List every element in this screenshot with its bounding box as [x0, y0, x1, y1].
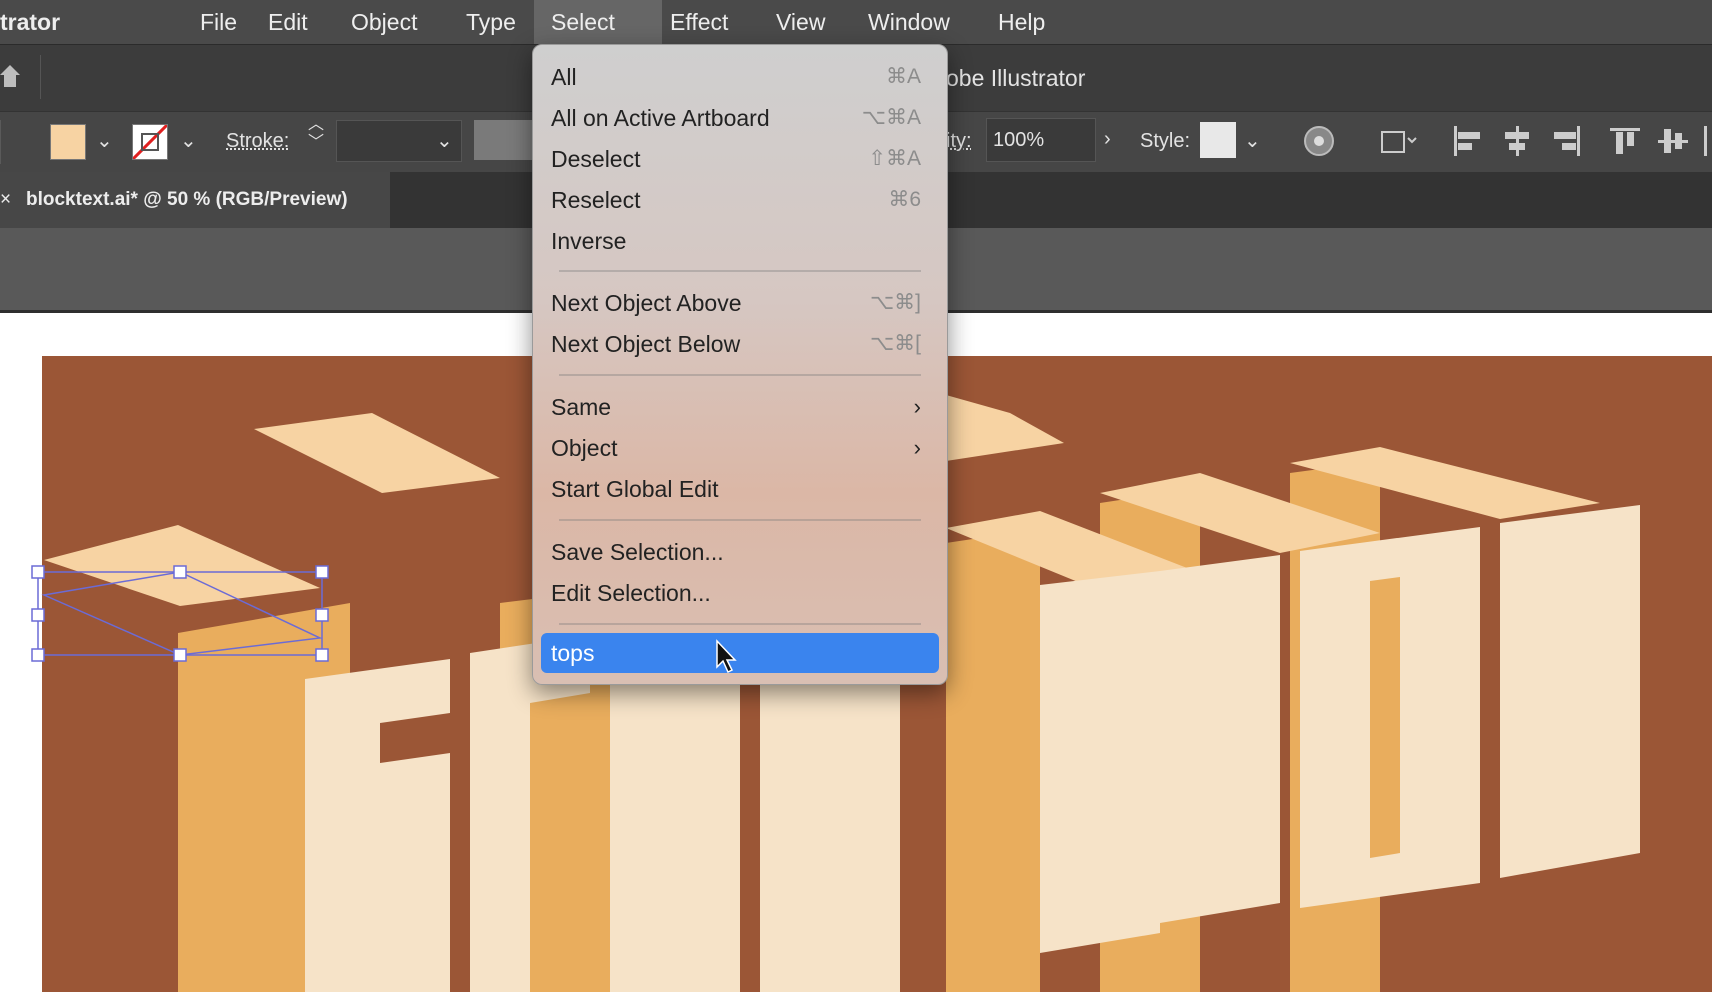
- letter-I: [1160, 555, 1280, 923]
- menu-item-all-on-active-artboard[interactable]: All on Active Artboard ⌥⌘A: [541, 98, 939, 138]
- chevron-right-icon[interactable]: ›: [1104, 128, 1111, 151]
- menu-item-reselect[interactable]: Reselect ⌘6: [541, 180, 939, 220]
- menu-item-inverse[interactable]: Inverse: [541, 221, 939, 261]
- stroke-swatch[interactable]: [132, 124, 168, 160]
- opacity-label[interactable]: ity:: [946, 130, 972, 153]
- app-menu[interactable]: trator: [0, 0, 74, 44]
- menu-item-all[interactable]: All ⌘A: [541, 57, 939, 97]
- recolor-artwork-icon[interactable]: [1302, 124, 1336, 158]
- menu-edit[interactable]: Edit: [254, 0, 322, 44]
- chevron-down-icon[interactable]: ⌄: [180, 128, 197, 153]
- menu-view[interactable]: View: [762, 0, 839, 44]
- letter-side: [946, 529, 1040, 992]
- variable-width-profile[interactable]: [474, 120, 534, 160]
- menu-item-next-object-below[interactable]: Next Object Below ⌥⌘[: [541, 324, 939, 364]
- align-top-icon[interactable]: [1608, 124, 1642, 158]
- chevron-right-icon: ›: [913, 435, 921, 460]
- menu-object[interactable]: Object: [337, 0, 431, 44]
- menu-item-save-selection[interactable]: Save Selection...: [541, 532, 939, 572]
- letter-N: [1500, 505, 1640, 878]
- chevron-down-icon[interactable]: ⌄: [96, 128, 113, 153]
- align-center-icon[interactable]: [1500, 124, 1534, 158]
- stroke-stepper[interactable]: ︿ ﹀: [308, 116, 324, 152]
- select-menu-dropdown: All ⌘A All on Active Artboard ⌥⌘A Deselect…: [532, 44, 948, 685]
- opacity-value: 100%: [993, 129, 1045, 151]
- stroke-label[interactable]: Stroke:: [226, 130, 289, 153]
- menu-item-saved-selection-tops[interactable]: tops: [541, 633, 939, 673]
- menu-separator: [559, 374, 921, 376]
- menu-file[interactable]: File: [186, 0, 251, 44]
- menu-select[interactable]: Select: [534, 0, 662, 44]
- transform-icon[interactable]: [1378, 124, 1420, 158]
- home-icon[interactable]: [0, 61, 26, 91]
- menu-item-next-object-above[interactable]: Next Object Above ⌥⌘]: [541, 283, 939, 323]
- document-title: blocktext.ai* @ 50 % (RGB/Preview): [26, 189, 348, 210]
- menu-separator: [559, 270, 921, 272]
- divider: [40, 55, 41, 99]
- letter-O-hole: [1370, 577, 1400, 858]
- menu-help[interactable]: Help: [984, 0, 1059, 44]
- chevron-down-icon[interactable]: ⌄: [436, 128, 453, 153]
- no-stroke-icon: [133, 125, 167, 159]
- align-right-icon[interactable]: [1550, 124, 1584, 158]
- menu-window[interactable]: Window: [854, 0, 964, 44]
- menu-bar: trator File Edit Object Type Select Effe…: [0, 0, 1712, 45]
- align-vertical-center-icon[interactable]: [1656, 124, 1690, 158]
- mouse-cursor-icon: [716, 639, 737, 674]
- menu-item-deselect[interactable]: Deselect ⇧⌘A: [541, 139, 939, 179]
- fill-swatch[interactable]: [50, 124, 86, 160]
- align-left-icon[interactable]: [1450, 124, 1484, 158]
- style-label: Style:: [1140, 130, 1191, 152]
- menu-item-edit-selection[interactable]: Edit Selection...: [541, 573, 939, 613]
- chevron-right-icon: ›: [913, 394, 921, 419]
- menu-item-start-global-edit[interactable]: Start Global Edit: [541, 469, 939, 509]
- menu-item-object[interactable]: Object ›: [541, 428, 939, 468]
- opacity-field[interactable]: 100%: [986, 118, 1096, 162]
- graphic-style-swatch[interactable]: [1200, 122, 1236, 158]
- menu-separator: [559, 519, 921, 521]
- align-bottom-icon[interactable]: [1704, 126, 1707, 156]
- close-tab-icon[interactable]: ×: [0, 172, 11, 228]
- tab-blocktext[interactable]: × blocktext.ai* @ 50 % (RGB/Preview): [0, 172, 390, 228]
- letter-S: [305, 659, 450, 992]
- chevron-down-icon[interactable]: ⌄: [1244, 128, 1261, 153]
- menu-separator: [559, 623, 921, 625]
- window-title: obe Illustrator: [946, 65, 1086, 91]
- letter-T: [1040, 571, 1160, 953]
- menu-item-same[interactable]: Same ›: [541, 387, 939, 427]
- menu-effect[interactable]: Effect: [656, 0, 742, 44]
- menu-type[interactable]: Type: [452, 0, 530, 44]
